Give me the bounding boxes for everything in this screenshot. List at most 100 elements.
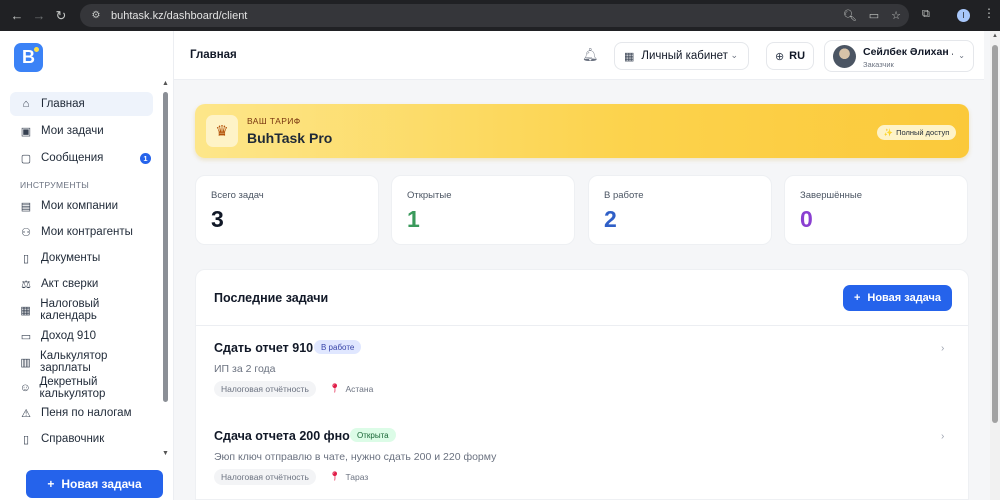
status-badge: Открыта	[350, 428, 396, 442]
cabinet-dropdown[interactable]: ▦ Личный кабинет ⌄	[614, 42, 749, 70]
stat-label: В работе	[604, 190, 644, 201]
scroll-up-arrow-icon[interactable]: ▲	[162, 80, 169, 87]
stat-card-completed: Завершённые 0	[784, 175, 968, 245]
sidebar-item-reconciliation[interactable]: ⚖ Акт сверки	[10, 272, 153, 296]
language-label: RU	[789, 50, 806, 62]
sidebar-scroll-thumb[interactable]	[163, 92, 168, 402]
sidebar-item-label: Пеня по налогам	[41, 407, 132, 419]
plus-icon: +	[853, 292, 861, 304]
user-role: Заказчик	[863, 60, 894, 69]
building-icon: ▦	[624, 50, 635, 63]
sidebar-item-companies[interactable]: ▤ Мои компании	[10, 194, 153, 218]
plan-badge-label: Полный доступ	[896, 128, 950, 137]
browser-menu-icon[interactable]: ⋮	[983, 6, 995, 20]
app-logo[interactable]: B	[14, 43, 43, 72]
reload-icon[interactable]: ↻	[50, 5, 72, 27]
task-location-text: Астана	[345, 383, 374, 394]
users-icon: ⚇	[21, 226, 31, 239]
recent-tasks-card: Последние задачи + Новая задача Сдать от…	[195, 269, 969, 500]
task-row[interactable]: Сдача отчета 200 фно Открыта Эюп ключ от…	[196, 428, 968, 500]
sidebar-item-reference[interactable]: ▯ Справочник	[10, 427, 153, 451]
scroll-up-arrow-icon[interactable]: ▲	[992, 33, 998, 39]
sidebar-item-label: Акт сверки	[41, 278, 99, 290]
unread-badge: 1	[140, 153, 151, 164]
task-title: Сдать отчет 910	[214, 341, 314, 355]
sidebar-item-maternity-calculator[interactable]: ☺ Декретный калькулятор	[10, 376, 153, 400]
recent-tasks-title: Последние задачи	[214, 291, 329, 305]
sidebar-item-messages[interactable]: ▢ Сообщения 1	[10, 146, 153, 170]
document-icon: ▯	[22, 252, 30, 265]
receipt-icon: ▭	[20, 330, 32, 343]
user-menu[interactable]: Сейлбек Әлихан ... Заказчик ⌄	[824, 40, 974, 72]
page-scrollbar[interactable]: ▲	[990, 31, 1000, 500]
sidebar-item-label: Сообщения	[41, 152, 104, 164]
sidebar-item-label: Декретный калькулятор	[39, 376, 106, 400]
chevron-right-icon[interactable]: ›	[941, 343, 944, 354]
sidebar-item-salary-calculator[interactable]: ▥ Калькулятор зарплаты	[10, 350, 153, 374]
site-settings-icon[interactable]: ⚙	[89, 9, 103, 23]
back-arrow-icon[interactable]: ←	[6, 5, 28, 27]
logo-letter: B	[22, 47, 35, 67]
forward-arrow-icon[interactable]: →	[28, 5, 50, 27]
sidebar-item-my-tasks[interactable]: ▣ Мои задачи	[10, 119, 153, 143]
task-row[interactable]: Сдать отчет 910 В работе ИП за 2 года На…	[196, 340, 968, 421]
location-pin-icon: 📍︎	[329, 383, 341, 393]
chevron-down-icon: ⌄	[730, 50, 738, 60]
task-location: 📍︎ Астана	[329, 383, 373, 394]
sidebar-item-label: Мои контрагенты	[41, 226, 133, 238]
stat-value: 3	[211, 206, 224, 232]
sidebar-item-income-910[interactable]: ▭ Доход 910	[10, 324, 153, 348]
scroll-down-arrow-icon[interactable]: ▼	[162, 450, 169, 457]
new-task-label: Новая задача	[867, 292, 942, 304]
chevron-right-icon[interactable]: ›	[941, 431, 944, 442]
chat-icon: ▢	[20, 152, 32, 165]
stat-card-total: Всего задач 3	[195, 175, 379, 245]
sidebar-item-label: Справочник	[41, 433, 105, 445]
sidebar-item-label: Документы	[41, 252, 101, 264]
plan-banner: ♛ ВАШ ТАРИФ BuhTask Pro ✨ Полный доступ	[195, 104, 969, 158]
section-label-tools: ИНСТРУМЕНТЫ	[20, 180, 90, 190]
address-bar[interactable]: ⚙ buhtask.kz/dashboard/client 🔍︎ ▭ ☆	[80, 4, 909, 27]
scales-icon: ⚖	[21, 278, 31, 291]
page-scroll-thumb[interactable]	[992, 45, 998, 423]
sidebar-item-home[interactable]: ⌂ Главная	[10, 92, 153, 116]
sidebar-item-documents[interactable]: ▯ Документы	[10, 246, 153, 270]
briefcase-icon: ▣	[20, 125, 32, 138]
task-title: Сдача отчета 200 фно	[214, 429, 350, 443]
divider	[196, 325, 968, 326]
task-location: 📍︎ Тараз	[329, 471, 368, 482]
task-category-tag: Налоговая отчётность	[214, 381, 316, 397]
location-pin-icon: 📍︎	[329, 471, 341, 481]
building-icon: ▤	[20, 200, 32, 213]
url-text[interactable]: buhtask.kz/dashboard/client	[111, 10, 247, 22]
language-switcher[interactable]: ⊕ RU	[766, 42, 814, 70]
top-header: Главная 🔔︎ ▦ Личный кабинет ⌄ ⊕ RU Сейлб…	[174, 31, 984, 80]
home-icon: ⌂	[22, 98, 30, 110]
task-description: ИП за 2 года	[214, 363, 276, 375]
profile-avatar-icon[interactable]: I	[957, 9, 970, 22]
sidebar-item-label: Доход 910	[41, 330, 97, 342]
zoom-icon[interactable]: 🔍︎	[843, 9, 857, 22]
stat-card-in-progress: В работе 2	[588, 175, 772, 245]
bookmark-star-icon[interactable]: ☆	[891, 9, 901, 22]
sidebar-new-task-label: Новая задача	[61, 477, 142, 491]
install-app-icon[interactable]: ▭	[869, 9, 879, 22]
extensions-icon[interactable]: ⧉	[922, 8, 936, 22]
sidebar-item-label: Калькулятор зарплаты	[40, 350, 108, 374]
new-task-button[interactable]: + Новая задача	[843, 285, 952, 311]
sidebar-item-label: Мои задачи	[41, 125, 104, 137]
sidebar-item-tax-calendar[interactable]: ▦ Налоговый календарь	[10, 298, 153, 322]
bell-icon[interactable]: 🔔︎	[582, 47, 599, 63]
plan-label: ВАШ ТАРИФ	[247, 116, 301, 126]
sidebar-scrollbar[interactable]: ▲ ▼	[162, 80, 170, 462]
cabinet-label: Личный кабинет	[641, 50, 728, 62]
crown-icon: ♛	[206, 115, 238, 147]
stat-value: 0	[800, 206, 813, 232]
avatar	[833, 45, 856, 68]
sidebar-new-task-button[interactable]: + Новая задача	[26, 470, 163, 498]
sidebar-item-tax-penalty[interactable]: ⚠ Пеня по налогам	[10, 401, 153, 425]
stat-card-open: Открытые 1	[391, 175, 575, 245]
stat-value: 2	[604, 206, 617, 232]
sidebar-item-counterparties[interactable]: ⚇ Мои контрагенты	[10, 220, 153, 244]
sparkle-icon: ✨	[883, 128, 894, 137]
